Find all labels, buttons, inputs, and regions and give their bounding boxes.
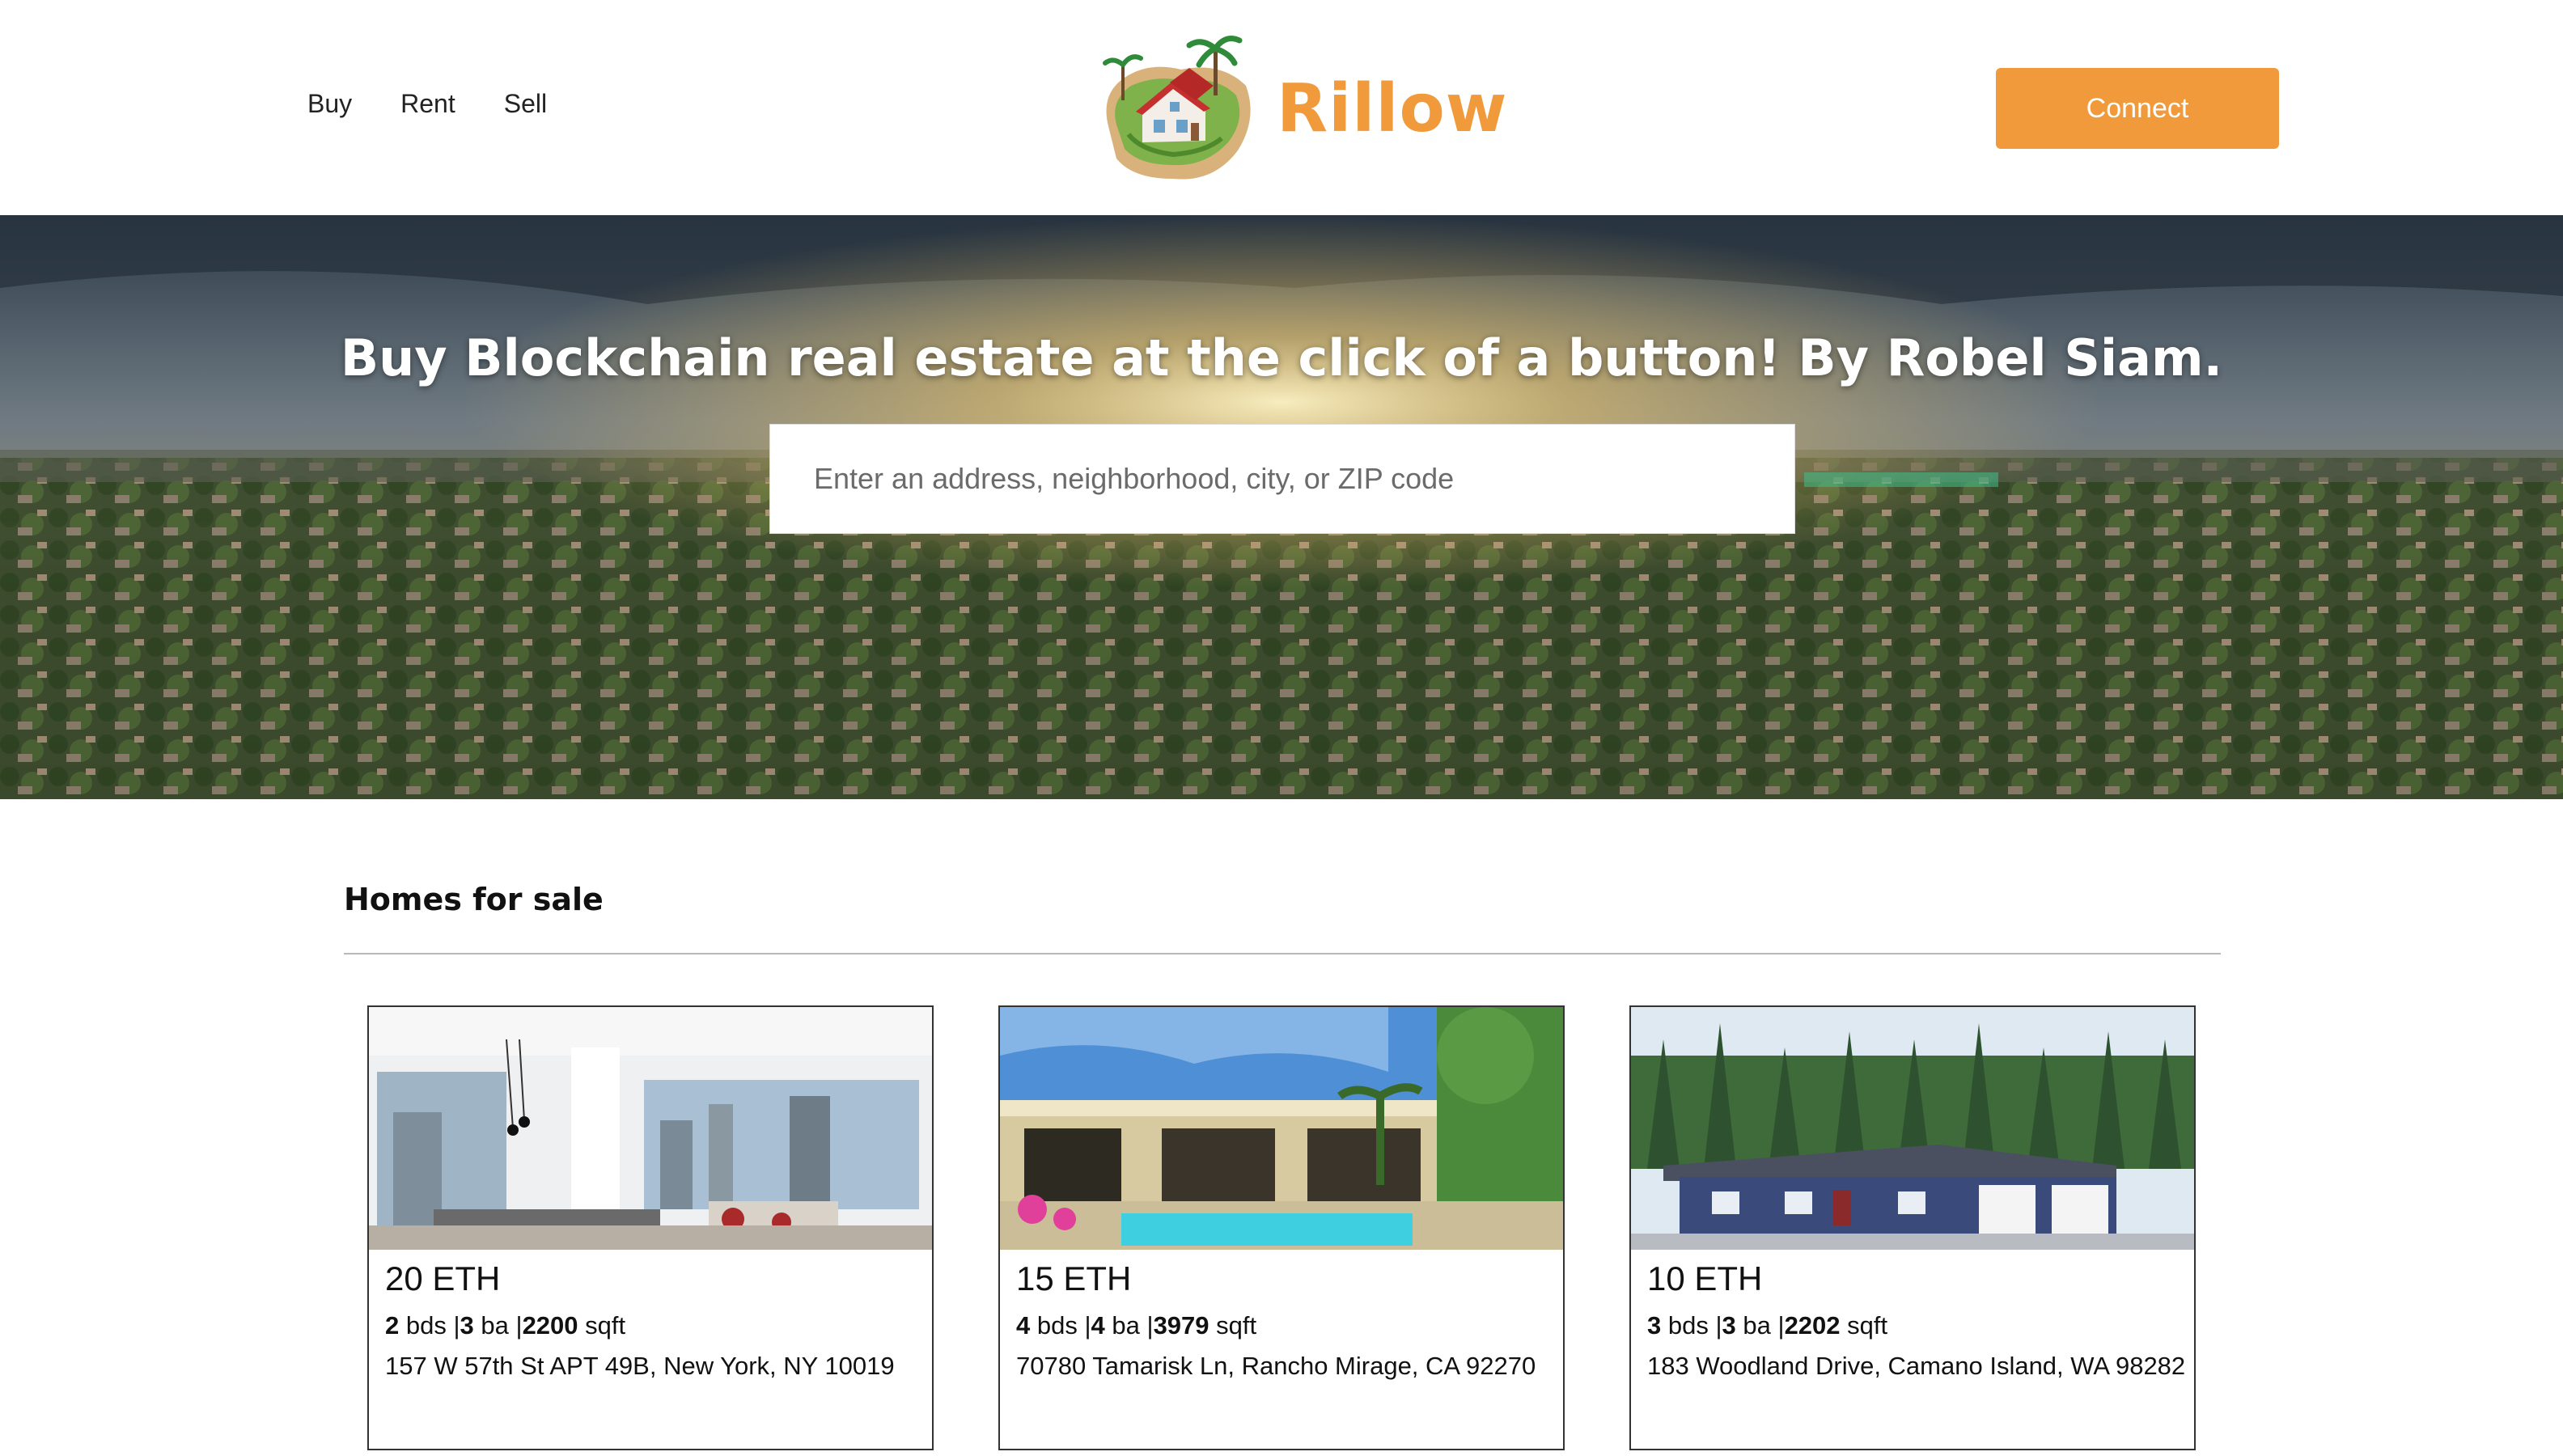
listing-specs: 3 bds |3 ba |2202 sqft xyxy=(1647,1311,1888,1340)
listing-sqft: 3979 xyxy=(1153,1311,1209,1340)
listing-card[interactable]: 10 ETH 3 bds |3 ba |2202 sqft 183 Woodla… xyxy=(1629,1005,2196,1450)
listing-beds-unit: bds xyxy=(1667,1311,1709,1340)
brand-name: Rillow xyxy=(1277,70,1508,147)
listing-baths: 3 xyxy=(460,1311,474,1340)
listing-sqft-unit: sqft xyxy=(1847,1311,1888,1340)
listing-beds: 4 xyxy=(1016,1311,1031,1340)
section-divider xyxy=(344,953,2221,954)
house-island-logo-icon xyxy=(1103,36,1251,180)
listing-price: 20 ETH xyxy=(385,1259,501,1297)
hero-banner: Buy Blockchain real estate at the click … xyxy=(0,215,2563,799)
listing-baths: 4 xyxy=(1091,1311,1105,1340)
top-header: Buy Rent Sell Rillow Connect xyxy=(0,0,2563,215)
listing-photo-woodland-house xyxy=(1631,1007,2194,1250)
listing-address: 183 Woodland Drive, Camano Island, WA 98… xyxy=(1647,1352,2186,1380)
section-title: Homes for sale xyxy=(344,882,604,917)
listing-sqft-unit: sqft xyxy=(585,1311,626,1340)
listing-beds: 3 xyxy=(1647,1311,1662,1340)
listing-card[interactable]: 20 ETH 2 bds |3 ba |2200 sqft 157 W 57th… xyxy=(367,1005,934,1450)
listing-price: 15 ETH xyxy=(1016,1259,1132,1297)
listing-card[interactable]: 15 ETH 4 bds |4 ba |3979 sqft 70780 Tama… xyxy=(998,1005,1565,1450)
connect-wallet-button[interactable]: Connect xyxy=(1996,68,2279,149)
listing-price: 10 ETH xyxy=(1647,1259,1763,1297)
listing-specs: 2 bds |3 ba |2200 sqft xyxy=(385,1311,626,1340)
listing-sqft-unit: sqft xyxy=(1216,1311,1257,1340)
listing-address: 157 W 57th St APT 49B, New York, NY 1001… xyxy=(385,1352,895,1380)
listing-address: 70780 Tamarisk Ln, Rancho Mirage, CA 922… xyxy=(1016,1352,1536,1380)
main-nav: Buy Rent Sell xyxy=(307,89,547,119)
listing-beds-unit: bds xyxy=(1036,1311,1078,1340)
listing-baths-unit: ba xyxy=(1743,1311,1771,1340)
listing-beds-unit: bds xyxy=(405,1311,447,1340)
listing-photo-interior xyxy=(369,1007,932,1250)
listing-baths-unit: ba xyxy=(1112,1311,1140,1340)
address-search-input[interactable] xyxy=(770,425,1794,533)
nav-sell-link[interactable]: Sell xyxy=(504,89,547,119)
listing-beds: 2 xyxy=(385,1311,400,1340)
nav-buy-link[interactable]: Buy xyxy=(307,89,352,119)
listing-photo-pool-house xyxy=(1000,1007,1563,1250)
listing-sqft: 2200 xyxy=(522,1311,578,1340)
address-search-box xyxy=(769,424,1795,534)
listing-specs: 4 bds |4 ba |3979 sqft xyxy=(1016,1311,1257,1340)
listing-sqft: 2202 xyxy=(1784,1311,1841,1340)
nav-rent-link[interactable]: Rent xyxy=(400,89,455,119)
listing-baths: 3 xyxy=(1722,1311,1736,1340)
hero-title: Buy Blockchain real estate at the click … xyxy=(340,328,2223,387)
listing-baths-unit: ba xyxy=(481,1311,509,1340)
brand-logo[interactable]: Rillow xyxy=(1092,29,1508,188)
